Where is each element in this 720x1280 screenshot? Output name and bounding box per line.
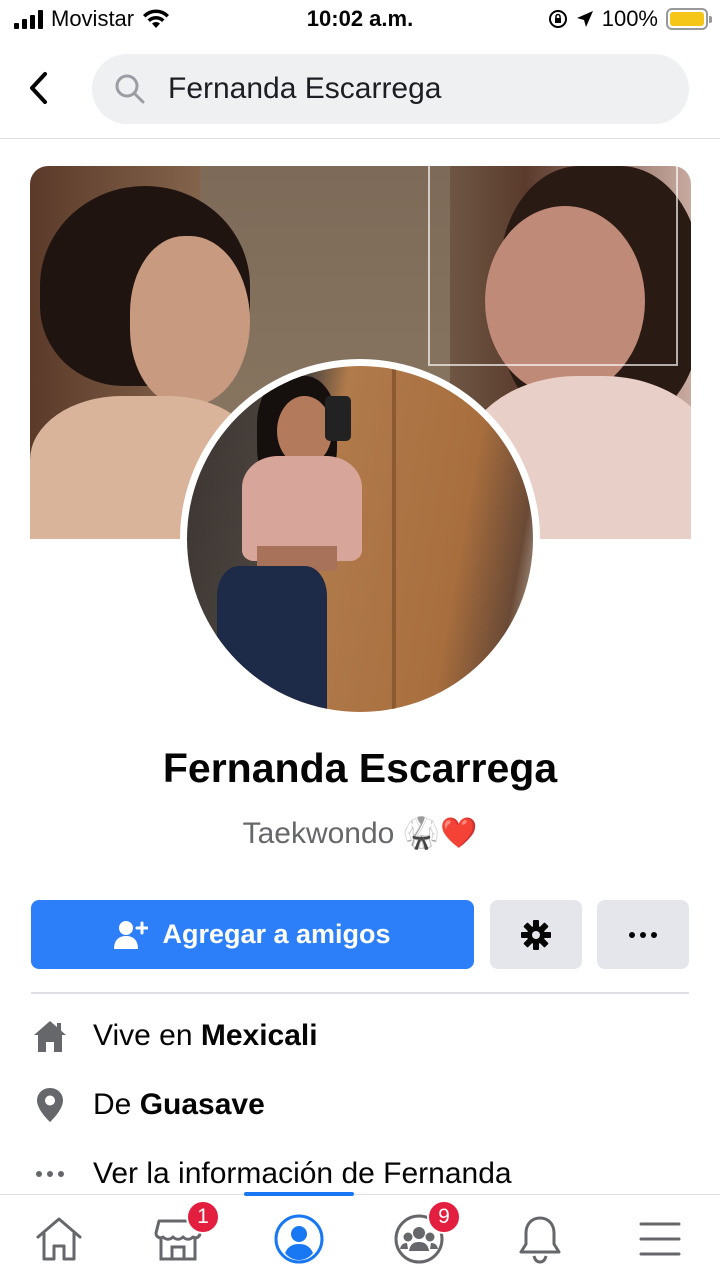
location-arrow-icon (576, 11, 593, 27)
more-icon (629, 931, 657, 938)
back-button[interactable] (18, 68, 58, 108)
carrier-label: Movistar (51, 6, 135, 31)
tab-marketplace[interactable]: 1 (148, 1200, 220, 1269)
profile-picture[interactable] (180, 359, 540, 719)
tab-groups[interactable]: 9 (389, 1200, 461, 1269)
bottom-nav: 1 9 (0, 1192, 720, 1280)
status-right: 100% (548, 6, 712, 32)
profile-icon (274, 1214, 324, 1264)
marketplace-badge: 1 (186, 1200, 220, 1234)
see-more-info[interactable]: Ver la información de Fernanda (31, 1150, 691, 1198)
tab-notifications[interactable] (510, 1209, 570, 1269)
profile-bio: Taekwondo 🥋❤️ (242, 817, 478, 850)
from-city[interactable]: Guasave (140, 1088, 265, 1122)
signal-icon (14, 9, 43, 29)
profile-name: Fernanda Escarrega (162, 745, 558, 791)
gear-icon (521, 919, 551, 950)
tab-home[interactable] (29, 1209, 89, 1269)
section-divider (31, 992, 689, 994)
active-tab-indicator (244, 1192, 354, 1196)
add-friend-icon (114, 920, 149, 949)
search-header: Fernanda Escarrega (0, 52, 720, 126)
bell-icon (519, 1216, 561, 1264)
location-pin-icon (37, 1088, 63, 1122)
wifi-icon (143, 9, 170, 28)
search-input[interactable]: Fernanda Escarrega (92, 54, 689, 124)
add-friend-label: Agregar a amigos (162, 919, 391, 949)
battery-percent: 100% (601, 6, 658, 31)
header-divider (0, 138, 720, 139)
from-prefix: De (93, 1088, 140, 1121)
add-friend-button[interactable]: Agregar a amigos (31, 900, 474, 969)
tab-profile[interactable] (269, 1209, 329, 1269)
see-more-label: Ver la información de Fernanda (93, 1157, 512, 1190)
search-query: Fernanda Escarrega (168, 72, 442, 105)
lives-city[interactable]: Mexicali (201, 1019, 318, 1053)
chevron-left-icon (30, 72, 47, 104)
status-left: Movistar (14, 6, 170, 32)
more-options-button[interactable] (597, 900, 689, 969)
home-icon (34, 1021, 66, 1052)
home-outline-icon (36, 1217, 82, 1261)
status-bar: Movistar 10:02 a.m. 100% (0, 0, 720, 40)
info-lives-in: Vive en Mexicali (31, 1012, 691, 1060)
more-dots-icon (36, 1171, 64, 1177)
settings-button[interactable] (490, 900, 582, 969)
lives-prefix: Vive en (93, 1019, 201, 1052)
groups-badge: 9 (427, 1200, 461, 1234)
tab-menu[interactable] (630, 1209, 690, 1269)
rotation-lock-icon (548, 10, 567, 28)
hamburger-menu-icon (639, 1222, 681, 1256)
info-from: De Guasave (31, 1081, 691, 1129)
battery-icon (666, 8, 712, 30)
search-icon (115, 74, 145, 104)
